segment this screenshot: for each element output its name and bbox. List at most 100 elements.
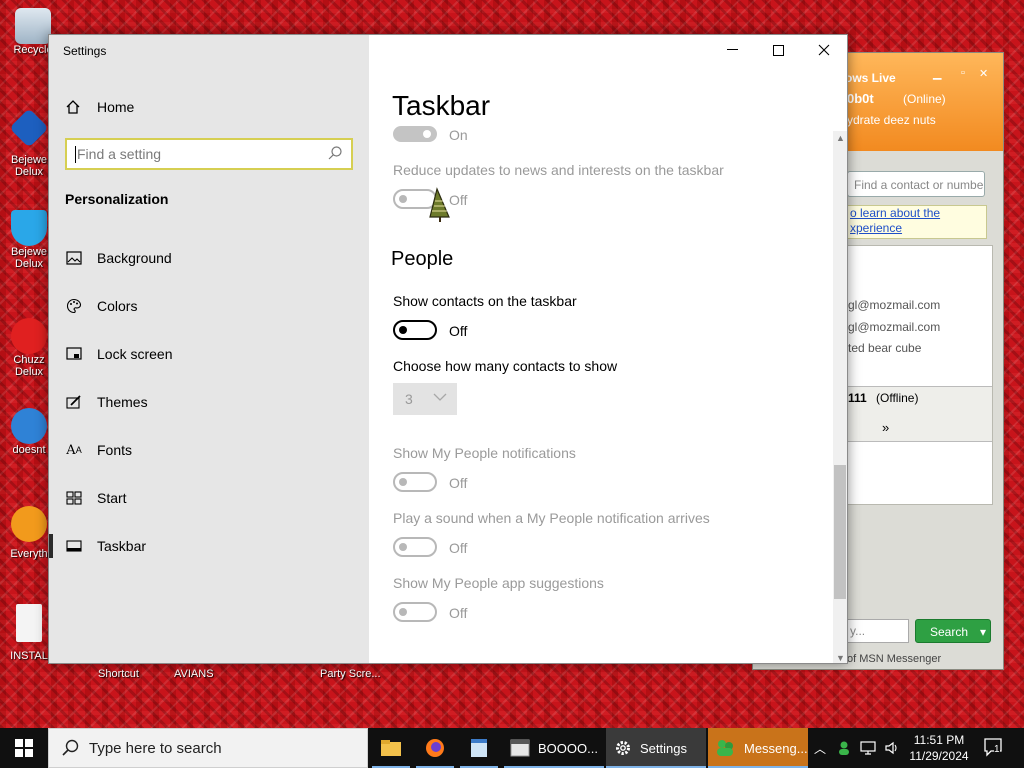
people-sound-state: Off	[449, 540, 468, 556]
picture-icon	[65, 249, 83, 267]
nav-label: Start	[97, 490, 127, 506]
nav-fonts[interactable]: AA Fonts	[49, 428, 369, 472]
people-notifications-toggle[interactable]	[393, 472, 437, 492]
taskbar-search-box[interactable]: Type here to search	[48, 728, 368, 768]
scrollbar-thumb[interactable]	[834, 465, 846, 599]
learn-more-notice[interactable]: o learn about the xperience	[847, 205, 987, 239]
nav-colors[interactable]: Colors	[49, 284, 369, 328]
bejeweled-icon-1[interactable]: Bejewe Delux	[4, 108, 54, 178]
maximize-icon	[772, 44, 784, 56]
section-title: Personalization	[65, 191, 169, 207]
party-screen-label[interactable]: Party Scre...	[320, 668, 381, 680]
people-suggestions-label: Show My People app suggestions	[393, 575, 604, 591]
messenger-search-button[interactable]: Search ▾	[915, 619, 991, 643]
settings-window[interactable]: Settings Home Find a setting Personaliza…	[48, 34, 848, 664]
taskbar-firefox[interactable]	[416, 728, 454, 768]
nav-lock-screen[interactable]: Lock screen	[49, 332, 369, 376]
maximize-button[interactable]	[755, 35, 801, 65]
find-setting-input[interactable]: Find a setting	[65, 138, 353, 170]
toggle-knob	[399, 478, 407, 486]
messenger-username[interactable]: 0b0t	[847, 91, 874, 106]
nav-label: Colors	[97, 298, 138, 314]
avians-label[interactable]: AVIANS	[174, 668, 214, 680]
clock[interactable]: 11:51 PM 11/29/2024	[900, 732, 978, 764]
taskbar-file-explorer[interactable]	[372, 728, 410, 768]
notice-line-1[interactable]: o learn about the	[850, 206, 986, 221]
nav-themes[interactable]: Themes	[49, 380, 369, 424]
people-notifications-label: Show My People notifications	[393, 445, 576, 461]
messenger-web-search-input[interactable]: y...	[847, 619, 909, 643]
notification-center-button[interactable]: 1	[982, 736, 1004, 763]
contact-search-input[interactable]: Find a contact or numbe	[847, 171, 985, 197]
contact-group[interactable]: 111 (Offline) »	[848, 386, 992, 442]
maximize-icon[interactable]: ▫	[961, 67, 965, 79]
taskbar: Type here to search BOOOO... Settings Me…	[0, 728, 1024, 768]
file-explorer-icon	[381, 740, 401, 756]
reduce-updates-label: Reduce updates to news and interests on …	[393, 162, 724, 178]
chuzzle-label: Chuzz Delux	[13, 354, 45, 378]
minimize-button[interactable]	[709, 35, 755, 65]
globe-icon	[11, 408, 47, 444]
window-title: Settings	[63, 44, 107, 58]
search-icon	[62, 739, 79, 756]
notepad-icon	[471, 739, 487, 757]
taskbar-messenger[interactable]: Messeng...	[708, 728, 808, 768]
settings-content: Taskbar On Reduce updates to news and in…	[369, 35, 847, 663]
messenger-status[interactable]: (Online)	[903, 92, 946, 106]
font-icon: AA	[66, 442, 82, 458]
bejeweled-label-1: Bejewe Delux	[10, 154, 48, 178]
close-button[interactable]	[801, 35, 847, 65]
nav-taskbar[interactable]: Taskbar	[49, 524, 369, 568]
nav-background[interactable]: Background	[49, 236, 369, 280]
people-sound-toggle[interactable]	[393, 537, 437, 557]
scroll-up-icon[interactable]: ▲	[836, 133, 845, 143]
messenger-tray-icon[interactable]	[836, 740, 852, 756]
chuzzle-icon[interactable]: Chuzz Delux	[4, 318, 54, 378]
contact-item[interactable]: gl@mozmail.com	[848, 298, 940, 312]
taskbar-booooo-window[interactable]: BOOOO...	[504, 728, 604, 768]
doesnt-icon[interactable]: doesnt	[4, 408, 54, 456]
contacts-count-dropdown[interactable]: 3	[393, 383, 457, 415]
notice-line-2[interactable]: xperience	[850, 221, 986, 236]
messenger-personal-message[interactable]: ydrate deez nuts	[847, 113, 936, 127]
everything-label: Everyth	[10, 548, 48, 560]
gem-icon	[9, 108, 49, 148]
minimize-icon[interactable]: ▁	[933, 67, 941, 80]
chevron-down-icon[interactable]: ▾	[980, 620, 986, 644]
chevron-up-icon[interactable]: ︿	[814, 740, 826, 757]
taskbar-settings[interactable]: Settings	[606, 728, 706, 768]
show-contacts-toggle[interactable]	[393, 320, 437, 340]
scroll-down-icon[interactable]: ▼	[836, 653, 845, 663]
network-icon[interactable]	[860, 741, 876, 755]
people-notifications-state: Off	[449, 475, 468, 491]
mouse-cursor-icon	[429, 187, 450, 222]
settings-sidebar: Settings Home Find a setting Personaliza…	[49, 35, 369, 663]
toggle-knob	[399, 195, 407, 203]
people-suggestions-toggle[interactable]	[393, 602, 437, 622]
contact-item[interactable]: gl@mozmail.com	[848, 320, 940, 334]
home-nav[interactable]: Home	[65, 93, 134, 121]
volume-icon[interactable]	[884, 741, 900, 755]
nav-start[interactable]: Start	[49, 476, 369, 520]
install-icon[interactable]: INSTAL	[4, 604, 54, 662]
taskbar-notepad[interactable]	[460, 728, 498, 768]
doesnt-label: doesnt	[12, 444, 46, 456]
people-suggestions-state: Off	[449, 605, 468, 621]
shortcut-label[interactable]: Shortcut	[98, 668, 139, 680]
nav-label: Background	[97, 250, 172, 266]
everything-icon[interactable]: Everyth	[4, 506, 54, 560]
close-icon[interactable]: ✕	[979, 67, 988, 80]
taskbar-icon	[65, 537, 83, 555]
taskbar-app-label: BOOOO...	[538, 740, 598, 756]
search-icon[interactable]	[327, 145, 343, 161]
bejeweled-icon-2[interactable]: Bejewe Delux	[4, 210, 54, 270]
brush-icon	[65, 393, 83, 411]
messenger-web-search-value: y...	[850, 624, 866, 638]
contact-item[interactable]: ted bear cube	[848, 341, 921, 355]
clock-date: 11/29/2024	[909, 749, 969, 763]
news-interests-toggle[interactable]	[393, 126, 437, 142]
start-button[interactable]	[0, 728, 48, 768]
content-scrollbar[interactable]: ▲ ▼	[833, 131, 847, 663]
contact-list[interactable]: gl@mozmail.com gl@mozmail.com ted bear c…	[847, 245, 993, 505]
more-options-icon[interactable]: »	[882, 420, 889, 435]
